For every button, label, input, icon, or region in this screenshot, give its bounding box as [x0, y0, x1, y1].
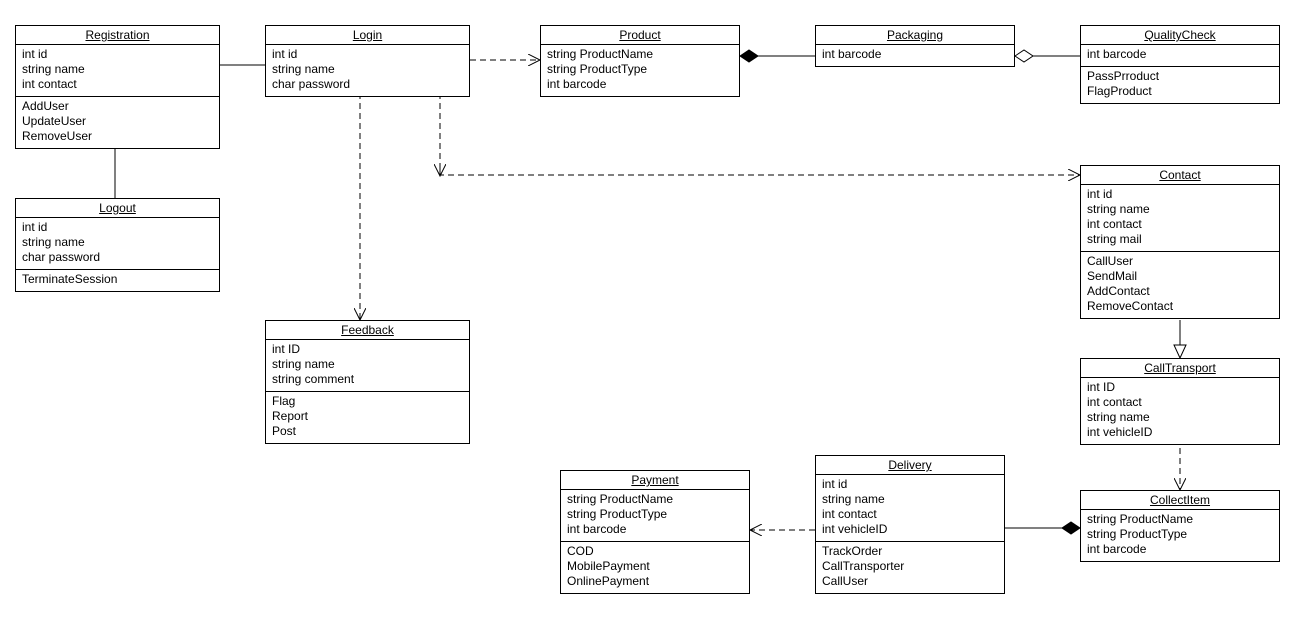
- attr: string ProductName: [547, 47, 733, 62]
- edge-login-contact: [440, 93, 1080, 175]
- class-title: CollectItem: [1081, 491, 1279, 510]
- attr: int id: [1087, 187, 1273, 202]
- op: COD: [567, 544, 743, 559]
- attr: string ProductType: [567, 507, 743, 522]
- class-packaging: Packaging int barcode: [815, 25, 1015, 67]
- attr: string name: [22, 62, 213, 77]
- class-title: Login: [266, 26, 469, 45]
- op: SendMail: [1087, 269, 1273, 284]
- class-delivery: Delivery int id string name int contact …: [815, 455, 1005, 594]
- class-title: Registration: [16, 26, 219, 45]
- op: MobilePayment: [567, 559, 743, 574]
- op: CallUser: [1087, 254, 1273, 269]
- attr-section: int ID string name string comment: [266, 340, 469, 392]
- class-collectitem: CollectItem string ProductName string Pr…: [1080, 490, 1280, 562]
- class-registration: Registration int id string name int cont…: [15, 25, 220, 149]
- attr-section: int barcode: [1081, 45, 1279, 67]
- attr: int contact: [1087, 217, 1273, 232]
- op: Post: [272, 424, 463, 439]
- attr: string name: [1087, 410, 1273, 425]
- attr-section: int id string name char password: [16, 218, 219, 270]
- op-section: COD MobilePayment OnlinePayment: [561, 542, 749, 593]
- class-title: Product: [541, 26, 739, 45]
- attr: string comment: [272, 372, 463, 387]
- op: OnlinePayment: [567, 574, 743, 589]
- attr: int barcode: [567, 522, 743, 537]
- op: AddContact: [1087, 284, 1273, 299]
- attr-section: int id string name int contact: [16, 45, 219, 97]
- attr: string ProductType: [547, 62, 733, 77]
- attr: string ProductName: [1087, 512, 1273, 527]
- attr: int id: [272, 47, 463, 62]
- class-product: Product string ProductName string Produc…: [540, 25, 740, 97]
- class-feedback: Feedback int ID string name string comme…: [265, 320, 470, 444]
- attr: string name: [822, 492, 998, 507]
- attr-section: int id string name int contact string ma…: [1081, 185, 1279, 252]
- op-section: TrackOrder CallTransporter CallUser: [816, 542, 1004, 593]
- attr: char password: [22, 250, 213, 265]
- attr: int vehicleID: [1087, 425, 1273, 440]
- op-section: AddUser UpdateUser RemoveUser: [16, 97, 219, 148]
- attr: string mail: [1087, 232, 1273, 247]
- attr: int ID: [1087, 380, 1273, 395]
- attr: string ProductName: [567, 492, 743, 507]
- attr-section: string ProductName string ProductType in…: [541, 45, 739, 96]
- op: TrackOrder: [822, 544, 998, 559]
- class-payment: Payment string ProductName string Produc…: [560, 470, 750, 594]
- op: AddUser: [22, 99, 213, 114]
- class-title: Contact: [1081, 166, 1279, 185]
- attr: int id: [22, 47, 213, 62]
- attr: int vehicleID: [822, 522, 998, 537]
- class-qualitycheck: QualityCheck int barcode PassPrroduct Fl…: [1080, 25, 1280, 104]
- class-logout: Logout int id string name char password …: [15, 198, 220, 292]
- op-section: CallUser SendMail AddContact RemoveConta…: [1081, 252, 1279, 318]
- op: Report: [272, 409, 463, 424]
- attr-section: int ID int contact string name int vehic…: [1081, 378, 1279, 444]
- class-title: Packaging: [816, 26, 1014, 45]
- op-section: PassPrroduct FlagProduct: [1081, 67, 1279, 103]
- attr: int id: [822, 477, 998, 492]
- op: CallTransporter: [822, 559, 998, 574]
- op-section: Flag Report Post: [266, 392, 469, 443]
- class-title: QualityCheck: [1081, 26, 1279, 45]
- class-login: Login int id string name char password: [265, 25, 470, 97]
- attr: int contact: [822, 507, 998, 522]
- attr: int barcode: [547, 77, 733, 92]
- op: RemoveContact: [1087, 299, 1273, 314]
- class-title: Feedback: [266, 321, 469, 340]
- attr: int barcode: [1087, 47, 1273, 62]
- attr: int id: [22, 220, 213, 235]
- op: FlagProduct: [1087, 84, 1273, 99]
- attr-section: int id string name char password: [266, 45, 469, 96]
- op: PassPrroduct: [1087, 69, 1273, 84]
- op: Flag: [272, 394, 463, 409]
- attr: char password: [272, 77, 463, 92]
- attr: int contact: [22, 77, 213, 92]
- attr: string name: [1087, 202, 1273, 217]
- attr-section: string ProductName string ProductType in…: [561, 490, 749, 542]
- class-title: CallTransport: [1081, 359, 1279, 378]
- attr: int contact: [1087, 395, 1273, 410]
- class-title: Payment: [561, 471, 749, 490]
- op: TerminateSession: [22, 272, 213, 287]
- op: RemoveUser: [22, 129, 213, 144]
- attr: string name: [272, 357, 463, 372]
- class-title: Delivery: [816, 456, 1004, 475]
- attr-section: int barcode: [816, 45, 1014, 66]
- class-calltransport: CallTransport int ID int contact string …: [1080, 358, 1280, 445]
- attr-section: int id string name int contact int vehic…: [816, 475, 1004, 542]
- attr: int barcode: [822, 47, 1008, 62]
- op: UpdateUser: [22, 114, 213, 129]
- attr: string ProductType: [1087, 527, 1273, 542]
- attr: string name: [22, 235, 213, 250]
- attr-section: string ProductName string ProductType in…: [1081, 510, 1279, 561]
- attr: string name: [272, 62, 463, 77]
- op-section: TerminateSession: [16, 270, 219, 291]
- class-title: Logout: [16, 199, 219, 218]
- attr: int barcode: [1087, 542, 1273, 557]
- attr: int ID: [272, 342, 463, 357]
- op: CallUser: [822, 574, 998, 589]
- class-contact: Contact int id string name int contact s…: [1080, 165, 1280, 319]
